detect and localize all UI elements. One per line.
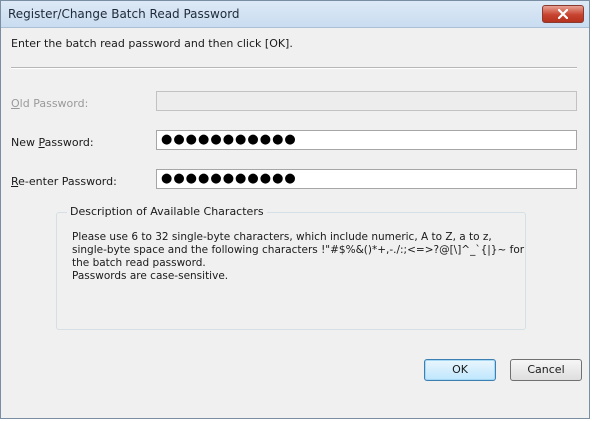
new-password-label-text: assword:	[44, 136, 94, 149]
old-password-field[interactable]	[156, 91, 577, 111]
dialog-title: Register/Change Batch Read Password	[8, 7, 240, 21]
description-text: Please use 6 to 32 single-byte character…	[72, 231, 524, 283]
description-line: Passwords are case-sensitive.	[72, 270, 229, 282]
description-title: Description of Available Characters	[67, 205, 267, 218]
separator	[11, 67, 577, 69]
reenter-password-label: Re-enter Password:	[11, 175, 117, 188]
cancel-button[interactable]: Cancel	[510, 359, 582, 381]
description-line: single-byte space and the following char…	[72, 244, 525, 256]
close-button[interactable]	[542, 5, 584, 23]
description-line: Please use 6 to 32 single-byte character…	[72, 231, 492, 243]
description-groupbox: Description of Available Characters Plea…	[56, 205, 526, 330]
reenter-password-field[interactable]: ●●●●●●●●●●●	[156, 169, 577, 189]
new-password-label: New Password:	[11, 136, 94, 149]
old-password-label-text: ld Password:	[19, 97, 89, 110]
new-password-field[interactable]: ●●●●●●●●●●●	[156, 130, 577, 150]
new-password-label-prefix: New	[11, 136, 39, 149]
reenter-password-label-text: e-enter Password:	[18, 175, 117, 188]
close-icon	[558, 9, 568, 19]
password-dialog: Register/Change Batch Read Password Ente…	[0, 0, 590, 419]
old-password-mnemonic: O	[11, 97, 20, 110]
description-line: the batch read password.	[72, 257, 206, 269]
old-password-label: Old Password:	[11, 97, 88, 110]
title-bar: Register/Change Batch Read Password	[1, 1, 589, 28]
ok-button[interactable]: OK	[424, 359, 496, 381]
instruction-text: Enter the batch read password and then c…	[11, 37, 293, 50]
